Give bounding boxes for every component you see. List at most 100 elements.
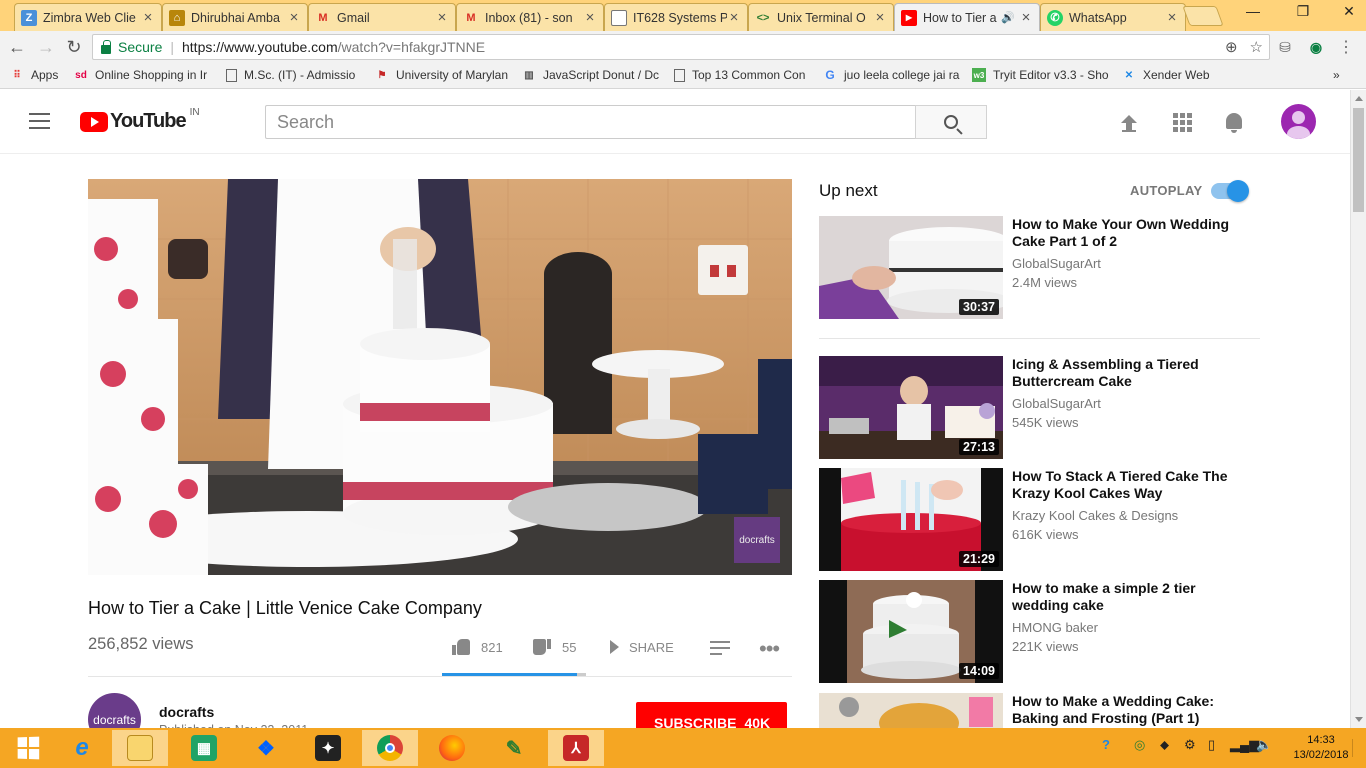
close-window-icon[interactable]: ✕ (1334, 0, 1364, 22)
video-player[interactable]: docrafts (88, 179, 792, 575)
taskbar-file-explorer[interactable] (112, 730, 168, 766)
upload-icon[interactable] (1117, 110, 1141, 134)
system-clock[interactable]: 14:33 13/02/2018 (1292, 733, 1350, 763)
dislike-button[interactable]: 55 (533, 636, 576, 658)
like-button[interactable]: 821 (452, 636, 503, 658)
video-title[interactable]: How to make a simple 2 tier wedding cake (1012, 580, 1242, 614)
taskbar-firefox[interactable] (424, 730, 480, 766)
taskbar-acrobat[interactable]: ⅄ (548, 730, 604, 766)
bookmark-item[interactable]: ⚑ University of Marylan (375, 68, 509, 82)
close-tab-icon[interactable]: × (287, 9, 301, 26)
scroll-up-icon[interactable] (1355, 96, 1363, 101)
address-bar[interactable]: Secure | https://www.youtube.com/watch?v… (92, 34, 1270, 60)
help-icon[interactable]: ? (1102, 737, 1110, 752)
tray-app-icon[interactable]: ⬥ (1160, 737, 1169, 753)
scroll-down-icon[interactable] (1355, 717, 1363, 722)
search-button[interactable] (915, 105, 987, 139)
extension-icon[interactable]: ◉ (1306, 37, 1326, 57)
bookmark-item[interactable]: M.Sc. (IT) - Admissio (226, 68, 362, 82)
recommended-video[interactable]: 27:13 Icing & Assembling a Tiered Butter… (819, 356, 1260, 459)
restore-icon[interactable]: ❐ (1288, 0, 1318, 22)
taskbar-excel[interactable]: ▦ (176, 730, 232, 766)
start-button[interactable] (0, 730, 56, 766)
notifications-bell-icon[interactable] (1222, 110, 1246, 134)
recommended-video[interactable]: How to Make a Wedding Cake: Baking and F… (819, 693, 1260, 728)
close-tab-icon[interactable]: × (435, 9, 449, 26)
channel-name[interactable]: GlobalSugarArt (1012, 396, 1101, 411)
video-thumbnail[interactable]: 14:09 (819, 580, 1003, 683)
video-title[interactable]: Icing & Assembling a Tiered Buttercream … (1012, 356, 1242, 390)
close-tab-icon[interactable]: × (1165, 9, 1179, 26)
channel-name[interactable]: HMONG baker (1012, 620, 1098, 635)
browser-tab[interactable]: ⌂ Dhirubhai Amba × (162, 3, 308, 31)
video-thumbnail[interactable]: 21:29 (819, 468, 1003, 571)
recommended-video[interactable]: 30:37 How to Make Your Own Wedding Cake … (819, 216, 1260, 319)
menu-icon[interactable]: ⋮ (1336, 37, 1356, 57)
channel-name[interactable]: docrafts (159, 704, 214, 720)
video-title[interactable]: How to Make a Wedding Cake: Baking and F… (1012, 693, 1242, 727)
tray-app-icon[interactable]: ⚙ (1184, 737, 1196, 753)
secure-indicator[interactable]: Secure (101, 39, 162, 55)
url-text[interactable]: https://www.youtube.com/watch?v=hfakgrJT… (182, 39, 485, 55)
bookmark-item[interactable]: Top 13 Common Con (674, 68, 812, 82)
zoom-icon[interactable]: ⊕ (1225, 38, 1238, 56)
hamburger-menu-icon[interactable] (29, 113, 50, 129)
forward-icon[interactable]: → (35, 36, 57, 58)
bookmark-star-icon[interactable]: ☆ (1250, 38, 1263, 56)
video-thumbnail[interactable] (819, 693, 1003, 728)
channel-name[interactable]: GlobalSugarArt (1012, 256, 1101, 271)
taskbar-app[interactable]: ✦ (300, 730, 356, 766)
bookmarks-overflow-button[interactable]: » (1333, 68, 1347, 82)
taskbar-internet-explorer[interactable]: e (54, 730, 110, 766)
taskbar-chrome[interactable] (362, 730, 418, 766)
minimize-icon[interactable]: — (1238, 0, 1268, 22)
browser-tab-active[interactable]: ▶ How to Tier a 🔊 × (894, 3, 1040, 31)
video-thumbnail[interactable]: 30:37 (819, 216, 1003, 319)
account-avatar[interactable] (1281, 104, 1316, 139)
browser-tab[interactable]: ✆ WhatsApp × (1040, 3, 1186, 31)
new-tab-button[interactable] (1182, 6, 1224, 26)
apps-grid-icon[interactable] (1170, 110, 1194, 134)
share-button[interactable]: SHARE (610, 636, 674, 658)
speaker-icon[interactable]: 🔊 (1001, 11, 1015, 24)
autoplay-toggle[interactable] (1211, 180, 1249, 202)
recommended-video[interactable]: 14:09 How to make a simple 2 tier weddin… (819, 580, 1260, 683)
close-tab-icon[interactable]: × (583, 9, 597, 26)
more-actions-icon[interactable]: ••• (759, 636, 780, 662)
close-tab-icon[interactable]: × (141, 9, 155, 26)
search-input[interactable]: Search (265, 105, 916, 139)
video-title[interactable]: How To Stack A Tiered Cake The Krazy Koo… (1012, 468, 1242, 502)
close-tab-icon[interactable]: × (727, 9, 741, 26)
channel-watermark[interactable]: docrafts (734, 517, 780, 563)
bookmark-apps[interactable]: ⠿ Apps (10, 68, 70, 82)
browser-tab[interactable]: Z Zimbra Web Clie × (14, 3, 162, 31)
bookmark-item[interactable]: sd Online Shopping in Ir (74, 68, 212, 82)
add-to-playlist-icon[interactable] (710, 641, 730, 655)
youtube-logo[interactable]: YouTube IN (80, 107, 200, 133)
browser-tab[interactable]: <> Unix Terminal O × (748, 3, 894, 31)
bookmark-item[interactable]: ✕ Xender Web (1122, 68, 1222, 82)
bookmark-item[interactable]: w3 Tryit Editor v3.3 - Sho (972, 68, 1110, 82)
video-title[interactable]: How to Make Your Own Wedding Cake Part 1… (1012, 216, 1242, 250)
video-thumbnail[interactable]: 27:13 (819, 356, 1003, 459)
bookmark-item[interactable]: G juo leela college jai ra (823, 68, 961, 82)
reload-icon[interactable]: ↻ (63, 36, 85, 58)
close-tab-icon[interactable]: × (1019, 9, 1033, 26)
show-desktop-button[interactable] (1352, 739, 1364, 757)
taskbar-app[interactable]: ✎ (486, 730, 542, 766)
tray-app-icon[interactable]: ◎ (1134, 737, 1145, 753)
volume-icon[interactable]: 🔈 (1256, 737, 1272, 753)
channel-name[interactable]: Krazy Kool Cakes & Designs (1012, 508, 1178, 523)
browser-tab[interactable]: IT628 Systems P × (604, 3, 748, 31)
battery-icon[interactable]: ▯ (1208, 737, 1215, 753)
browser-tab[interactable]: M Inbox (81) - son × (456, 3, 604, 31)
back-icon[interactable]: ← (6, 36, 28, 58)
network-signal-icon[interactable]: ▂▄▆ (1230, 737, 1259, 753)
bookmark-item[interactable]: ▥ JavaScript Donut / Dc (522, 68, 662, 82)
page-scrollbar[interactable] (1350, 90, 1366, 728)
browser-tab[interactable]: M Gmail × (308, 3, 456, 31)
close-tab-icon[interactable]: × (873, 9, 887, 26)
scroll-thumb[interactable] (1353, 108, 1364, 212)
recommended-video[interactable]: 21:29 How To Stack A Tiered Cake The Kra… (819, 468, 1260, 571)
taskbar-dropbox[interactable]: ❖ (238, 730, 294, 766)
